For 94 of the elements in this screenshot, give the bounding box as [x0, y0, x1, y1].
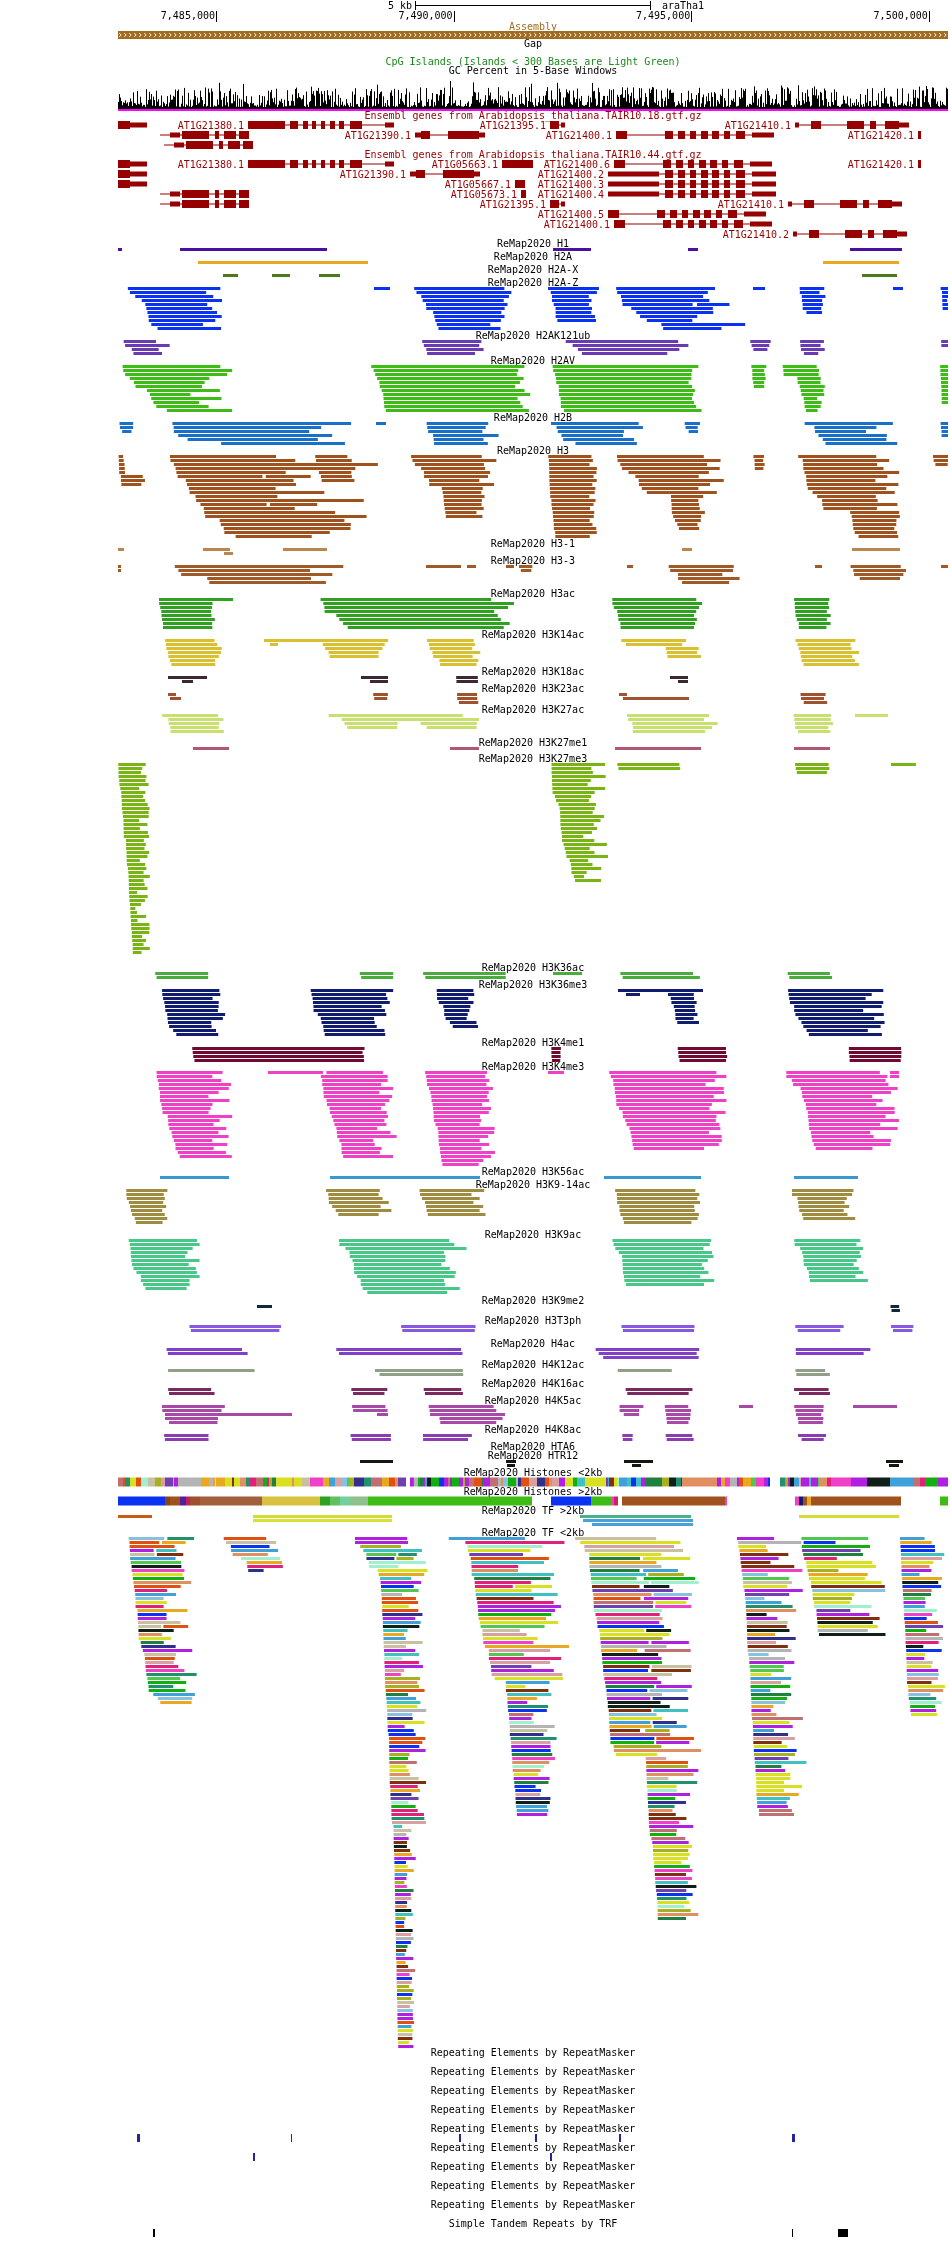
track-label: Repeating Elements by RepeatMasker: [430, 2200, 636, 2209]
track-label: ReMap2020 H3K18ac: [481, 667, 585, 676]
track-label: ReMap2020 TF >2kb: [481, 1506, 585, 1515]
track-label: ReMap2020 H4K16ac: [481, 1379, 585, 1388]
gene-model: [118, 160, 147, 168]
track-label: ReMap2020 H3K27me1: [478, 738, 588, 747]
track-label: Repeating Elements by RepeatMasker: [430, 2105, 636, 2114]
track-label: Assembly: [508, 22, 558, 31]
gene-model: [550, 121, 565, 129]
track-label: ReMap2020 H3K23ac: [481, 684, 585, 693]
gene-model: [410, 170, 480, 178]
track-label: ReMap2020 H2AK121ub: [475, 331, 591, 340]
track-label: ReMap2020 H3ac: [490, 589, 576, 598]
gene-label: AT1G21420.1: [847, 159, 914, 170]
position-label: 7,500,000: [873, 11, 930, 22]
track-label: ReMap2020 H4ac: [490, 1339, 576, 1348]
gene-label: AT1G21390.1: [344, 129, 411, 141]
gene-label: AT1G21380.1: [177, 159, 244, 170]
gene-label: AT1G21400.1: [545, 129, 612, 141]
track-label: ReMap2020 H3K36ac: [481, 963, 585, 972]
gene-label: AT1G21400.3: [537, 178, 604, 190]
track-label: Simple Tandem Repeats by TRF: [448, 2219, 618, 2228]
gene-label: AT1G21400.4: [537, 188, 604, 200]
track-label: ReMap2020 HTA6: [490, 1442, 576, 1451]
track-label: ReMap2020 H2A-Z: [487, 278, 579, 287]
position-label: 7,485,000: [160, 11, 217, 22]
track-label: ReMap2020 H3T3ph: [484, 1316, 582, 1325]
gene-label: AT1G21395.1: [479, 120, 546, 131]
track-label: ReMap2020 H3K36me3: [478, 980, 588, 989]
track-label: Repeating Elements by RepeatMasker: [430, 2181, 636, 2190]
gene-label: AT1G21400.2: [537, 168, 604, 180]
track-label: ReMap2020 H4K5ac: [484, 1396, 582, 1405]
track-label: ReMap2020 H3K27ac: [481, 705, 585, 714]
gene-label: AT1G21400.1: [543, 218, 610, 230]
gene-label: AT1G21410.2: [722, 228, 789, 239]
track-label: GC Percent in 5-Base Windows: [448, 66, 618, 75]
track-label: Repeating Elements by RepeatMasker: [430, 2162, 636, 2171]
track-label: ReMap2020 H2A-X: [487, 265, 579, 274]
track-label: Repeating Elements by RepeatMasker: [430, 2086, 636, 2095]
track-label: Gap: [523, 39, 543, 48]
repeat-element: [137, 2134, 140, 2142]
gene-label: AT1G21400.5: [537, 208, 604, 220]
track-label: ReMap2020 H3-1: [490, 539, 576, 548]
track-label: ReMap2020 H4K12ac: [481, 1360, 585, 1369]
track-label: Ensembl genes from Arabidopsis_thaliana.TAIR10.44.gtf.gz: [364, 150, 702, 159]
gene-label: AT1G21410.1: [724, 120, 791, 131]
assembly-name: araTha1: [662, 0, 705, 11]
gene-label: AT1G21395.1: [479, 198, 546, 210]
track-label: Repeating Elements by RepeatMasker: [430, 2143, 636, 2152]
track-label: ReMap2020 H3K4me3: [481, 1062, 585, 1071]
track-label: ReMap2020 Histones >2kb: [463, 1487, 603, 1496]
track-label: Repeating Elements by RepeatMasker: [430, 2124, 636, 2133]
gene-label: AT1G05667.1: [444, 178, 511, 190]
track-label: ReMap2020 H3K56ac: [481, 1167, 585, 1176]
repeat-element: [792, 2134, 795, 2142]
tandem-repeat: [838, 2229, 848, 2237]
track-label: Repeating Elements by RepeatMasker: [430, 2048, 636, 2057]
track-label: ReMap2020 H2B: [493, 413, 573, 422]
position-label: 7,490,000: [398, 11, 455, 22]
gene-label: AT1G21380.1: [177, 120, 244, 131]
gene-model: [118, 180, 147, 188]
gene-model: [118, 121, 147, 129]
track-label: ReMap2020 H2AV: [490, 356, 576, 365]
gene-label: AT1G21410.1: [717, 198, 784, 210]
gene-label: AT1G05673.1: [450, 188, 517, 200]
track-label: ReMap2020 H4K8ac: [484, 1425, 582, 1434]
gene-model: [918, 131, 921, 139]
track-label: Ensembl genes from Arabidopsis_thaliana.TAIR10.18.gtf.gz: [364, 111, 702, 120]
track-label: ReMap2020 H3K14ac: [481, 630, 585, 639]
track-label: ReMap2020 H2A: [493, 252, 573, 261]
track-label: Repeating Elements by RepeatMasker: [430, 2067, 636, 2076]
track-label: ReMap2020 H3-3: [490, 556, 576, 565]
track-label: ReMap2020 H3: [496, 446, 570, 455]
track-label: ReMap2020 H1: [496, 239, 570, 248]
gene-label: AT1G21420.1: [847, 129, 914, 141]
position-label: 7,495,000: [636, 11, 693, 22]
gene-label: AT1G05663.1: [431, 159, 498, 170]
track-label: ReMap2020 H3K9-14ac: [475, 1180, 591, 1189]
gene-label: AT1G21400.6: [543, 159, 610, 170]
track-label: ReMap2020 H3K4me1: [481, 1038, 585, 1047]
gene-model: [118, 170, 147, 178]
track-label: ReMap2020 H3K27me3: [478, 754, 588, 763]
scale-label: 5 kb: [387, 0, 412, 11]
gene-model: [918, 160, 921, 168]
gene-model: [550, 200, 565, 208]
track-label: ReMap2020 Histones <2kb: [463, 1468, 603, 1477]
track-label: ReMap2020 HTR12: [487, 1451, 579, 1460]
gene-model: [415, 131, 485, 139]
gene-label: AT1G21390.1: [339, 168, 406, 180]
track-label: ReMap2020 TF <2kb: [481, 1528, 585, 1537]
track-label: ReMap2020 H3K9me2: [481, 1296, 585, 1305]
gene-model: [502, 160, 533, 168]
track-label: ReMap2020 H3K9ac: [484, 1230, 582, 1239]
track-label: CpG Islands (Islands < 300 Bases are Light Green): [385, 57, 681, 66]
